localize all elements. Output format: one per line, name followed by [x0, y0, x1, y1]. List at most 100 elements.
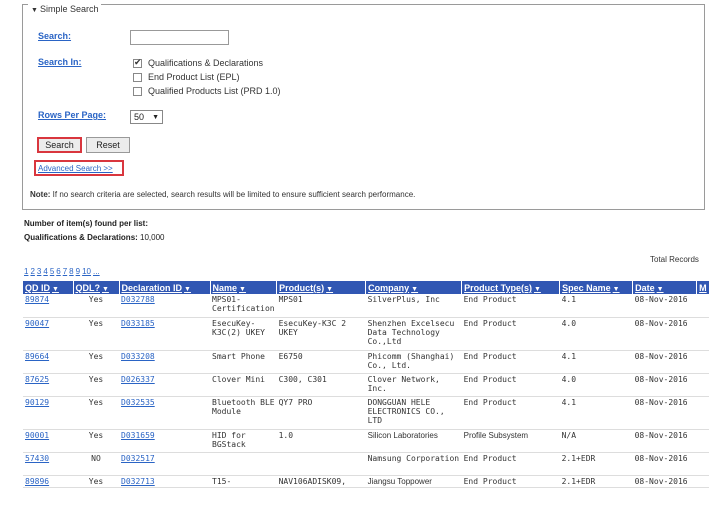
cell-qdl: Yes [73, 350, 119, 374]
page-link-more[interactable]: ... [93, 267, 100, 276]
column-header-more[interactable]: M [696, 281, 710, 294]
sort-icon: ▼ [102, 285, 109, 293]
total-records-label: Total Records [650, 255, 699, 264]
table-row: 90001 Yes D031659 HID for BGStack 1.0 Si… [23, 429, 710, 453]
cell-qd-id[interactable]: 90001 [23, 429, 73, 453]
cell-company: SilverPlus, Inc [365, 294, 462, 318]
sort-icon: ▼ [612, 285, 620, 293]
cell-qd-id[interactable]: 90047 [23, 317, 73, 351]
page-link[interactable]: 5 [50, 267, 54, 276]
cell-qdl: Yes [73, 429, 119, 453]
cell-product: C300, C301 [276, 373, 366, 397]
search-in-label[interactable]: Search In: [38, 57, 82, 67]
cell-company: DONGGUAN HELE ELECTRONICS CO., LTD [365, 396, 462, 430]
cell-company: Shenzhen Excelsecu Data Technology Co.,L… [365, 317, 462, 351]
column-header-products[interactable]: Product(s) ▼ [276, 281, 367, 294]
column-header-company[interactable]: Company ▼ [365, 281, 463, 294]
column-header-spec-name[interactable]: Spec Name ▼ [559, 281, 634, 294]
cell-declaration-id[interactable]: D032788 [119, 294, 210, 318]
simple-search-legend[interactable]: ▼ Simple Search [28, 4, 102, 16]
search-note: Note: If no search criteria are selected… [30, 190, 416, 199]
cell-date: 08-Nov-2016 [632, 396, 697, 430]
column-header-qd-id[interactable]: QD ID ▼ [23, 281, 74, 294]
option-end-product-list[interactable]: End Product List (EPL) [133, 72, 240, 82]
cell-qdl: Yes [73, 317, 119, 351]
page-link[interactable]: 7 [63, 267, 67, 276]
cell-more [696, 294, 710, 318]
sort-icon: ▼ [656, 285, 664, 293]
cell-product-type: End Product [461, 452, 560, 476]
cell-declaration-id[interactable]: D031659 [119, 429, 210, 453]
rows-per-page-select[interactable]: 50 ▼ [130, 110, 163, 124]
items-found-label: Number of item(s) found per list: [24, 219, 148, 228]
cell-product-type: End Product [461, 350, 560, 374]
page-link[interactable]: 10 [82, 267, 91, 276]
column-header-qdl[interactable]: QDL? ▼ [73, 281, 120, 294]
column-header-declaration-id[interactable]: Declaration ID ▼ [119, 281, 211, 294]
checkbox-qpl[interactable] [133, 86, 142, 96]
cell-declaration-id[interactable]: D032713 [119, 475, 210, 488]
cell-qd-id[interactable]: 89874 [23, 294, 73, 318]
column-header-date[interactable]: Date ▼ [632, 281, 698, 294]
table-row: 90129 Yes D032535 Bluetooth BLE Module Q… [23, 396, 710, 430]
sort-icon: ▼ [533, 285, 541, 293]
table-row: 89664 Yes D033208 Smart Phone E6750 Phic… [23, 350, 710, 374]
cell-date: 08-Nov-2016 [632, 475, 697, 488]
sort-icon: ▼ [326, 285, 334, 293]
cell-more [696, 475, 710, 488]
cell-declaration-id[interactable]: D032535 [119, 396, 210, 430]
search-button[interactable]: Search [37, 137, 82, 153]
cell-product: MPS01 [276, 294, 366, 318]
option-qualified-products-list[interactable]: Qualified Products List (PRD 1.0) [133, 86, 281, 96]
cell-spec: 4.0 [559, 317, 633, 351]
cell-date: 08-Nov-2016 [632, 373, 697, 397]
cell-declaration-id[interactable]: D033208 [119, 350, 210, 374]
page-link[interactable]: 6 [56, 267, 60, 276]
cell-spec: 2.1+EDR [559, 475, 633, 488]
cell-spec: N/A [559, 429, 633, 453]
search-input[interactable] [130, 30, 229, 45]
cell-more [696, 396, 710, 430]
cell-more [696, 350, 710, 374]
sort-icon: ▼ [184, 285, 191, 293]
cell-company: Silicon Laboratories [365, 429, 462, 453]
collapse-triangle-icon[interactable]: ▼ [31, 7, 38, 14]
cell-more [696, 373, 710, 397]
page-link[interactable]: 4 [43, 267, 47, 276]
rows-per-page-label[interactable]: Rows Per Page: [38, 110, 106, 120]
cell-declaration-id[interactable]: D032517 [119, 452, 210, 476]
cell-name: T15- [210, 475, 277, 488]
cell-qd-id[interactable]: 57430 [23, 452, 73, 476]
cell-declaration-id[interactable]: D033185 [119, 317, 210, 351]
simple-search-panel [22, 4, 705, 210]
cell-more [696, 452, 710, 476]
reset-button[interactable]: Reset [86, 137, 130, 153]
cell-qd-id[interactable]: 90129 [23, 396, 73, 430]
cell-qdl: Yes [73, 475, 119, 488]
page-link[interactable]: 8 [69, 267, 73, 276]
results-table: QD ID ▼ QDL? ▼ Declaration ID ▼ Name ▼ Produ… [23, 281, 710, 488]
cell-product-type: End Product [461, 317, 560, 351]
page-link[interactable]: 1 [24, 267, 28, 276]
search-label[interactable]: Search: [38, 31, 71, 41]
advanced-search-link[interactable]: Advanced Search >> [34, 160, 124, 176]
page-link[interactable]: 3 [37, 267, 41, 276]
checkbox-epl[interactable] [133, 72, 142, 82]
cell-company: Jiangsu Toppower [365, 475, 462, 488]
cell-declaration-id[interactable]: D026337 [119, 373, 210, 397]
cell-more [696, 317, 710, 351]
option-qualifications-declarations[interactable]: Qualifications & Declarations [133, 57, 263, 68]
cell-spec: 4.1 [559, 294, 633, 318]
cell-company: Clover Network, Inc. [365, 373, 462, 397]
column-header-product-types[interactable]: Product Type(s) ▼ [461, 281, 561, 294]
page-link[interactable]: 2 [30, 267, 34, 276]
cell-qd-id[interactable]: 89664 [23, 350, 73, 374]
sort-icon: ▼ [239, 285, 246, 293]
column-header-name[interactable]: Name ▼ [210, 281, 278, 294]
cell-qd-id[interactable]: 87625 [23, 373, 73, 397]
checkbox-qualifications[interactable] [133, 57, 142, 68]
cell-qd-id[interactable]: 89896 [23, 475, 73, 488]
cell-company: Namsung Corporation [365, 452, 462, 476]
cell-product-type: End Product [461, 475, 560, 488]
page-link[interactable]: 9 [76, 267, 80, 276]
